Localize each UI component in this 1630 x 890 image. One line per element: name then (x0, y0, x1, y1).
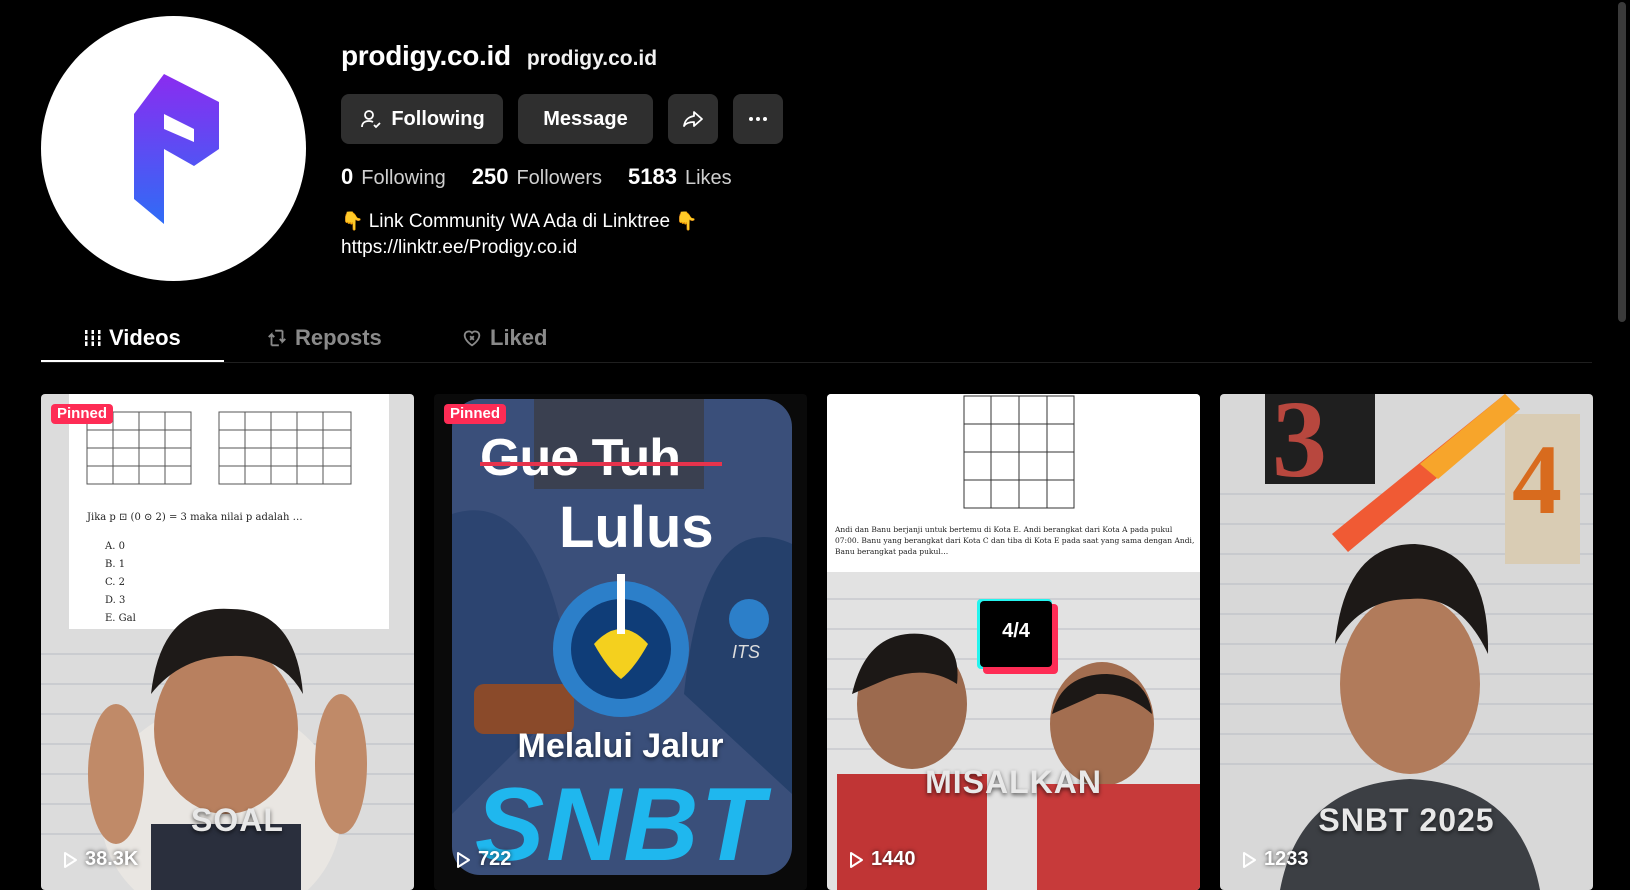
video-card[interactable]: Gue Tuh Lulus ITS Melalui Jalur SNBT Pin… (434, 394, 807, 890)
its-logo-text: ITS (732, 642, 761, 662)
question-text: Jika p ⊡ (0 ⊙ 2) = 3 maka nilai p adalah… (87, 512, 303, 523)
video-caption-overlay: SNBT 2025 (1318, 802, 1495, 838)
more-button[interactable] (733, 94, 783, 144)
message-button-label: Message (543, 107, 628, 130)
video-card[interactable]: Andi dan Banu berjanji untuk bertemu di … (827, 394, 1200, 890)
view-count-value: 38.3K (85, 848, 139, 870)
profile-avatar[interactable] (41, 16, 306, 281)
likes-stat: 5183 Likes (628, 164, 732, 190)
play-icon (1243, 851, 1256, 868)
view-count: 722 (454, 848, 511, 871)
following-label: Following (361, 167, 446, 189)
tab-active-indicator (41, 360, 224, 362)
tab-liked[interactable]: Liked (461, 313, 547, 362)
bio-line-1: 👇 Link Community WA Ada di Linktree 👇 (341, 208, 783, 235)
heart-icon (463, 330, 481, 346)
question-text: Andi dan Banu berjanji untuk bertemu di … (835, 525, 1195, 556)
profile-info: prodigy.co.id prodigy.co.id Following Me… (341, 40, 783, 261)
view-count: 38.3K (61, 848, 138, 871)
following-button-label: Following (391, 107, 485, 130)
profile-actions: Following Message (341, 94, 783, 144)
grid-icon (84, 329, 102, 346)
likes-label: Likes (684, 167, 732, 189)
name-row: prodigy.co.id prodigy.co.id (341, 40, 783, 72)
profile-stats: 0 Following 250 Followers 5183 Likes (341, 164, 783, 190)
message-button[interactable]: Message (518, 94, 653, 144)
answer-option: B. 1 (105, 559, 126, 570)
tab-liked-label: Liked (490, 324, 548, 350)
view-count-value: 722 (478, 848, 512, 870)
number-right: 4 (1512, 424, 1562, 535)
tab-reposts[interactable]: Reposts (266, 313, 382, 362)
tab-reposts-label: Reposts (295, 324, 382, 350)
view-count-value: 1440 (871, 848, 916, 870)
profile-bio: 👇 Link Community WA Ada di Linktree 👇 ht… (341, 208, 783, 261)
share-icon (683, 111, 703, 127)
bio-link[interactable]: https://linktr.ee/Prodigy.co.id (341, 235, 783, 261)
pinned-badge: Pinned (444, 404, 507, 424)
strikethrough-line (480, 462, 722, 466)
view-count: 1233 (1240, 848, 1309, 871)
video-card[interactable]: Jika p ⊡ (0 ⊙ 2) = 3 maka nilai p adalah… (41, 394, 414, 890)
following-stat[interactable]: 0 Following (341, 164, 446, 190)
tab-videos[interactable]: Videos (84, 313, 181, 362)
page-scrollbar[interactable] (1612, 0, 1630, 890)
pointing-down-emoji: 👇 (341, 211, 364, 231)
answer-option: D. 3 (105, 595, 126, 606)
username: prodigy.co.id (341, 40, 511, 71)
followers-count: 250 (471, 164, 509, 189)
bio-text: Link Community WA Ada di Linktree (368, 211, 671, 232)
followers-label: Followers (516, 167, 603, 189)
scrollbar-thumb[interactable] (1618, 2, 1626, 322)
play-icon (850, 851, 863, 868)
view-count: 1440 (847, 848, 916, 871)
video-title-line-3: Melalui Jalur (517, 727, 724, 765)
view-count-value: 1233 (1264, 848, 1309, 870)
play-icon (457, 851, 470, 868)
share-button[interactable] (668, 94, 718, 144)
followers-stat[interactable]: 250 Followers (472, 164, 602, 190)
number-left: 3 (1272, 394, 1327, 500)
slide-counter: 4/4 (1002, 620, 1030, 642)
pinned-badge: Pinned (51, 404, 114, 424)
play-icon (64, 851, 77, 868)
user-check-icon (361, 110, 381, 129)
more-icon (749, 117, 767, 121)
profile-tabs: Videos Reposts Liked (41, 313, 1592, 363)
prodigy-logo-icon (133, 73, 219, 224)
video-caption-overlay: SOAL (191, 802, 284, 838)
pointing-down-emoji: 👇 (675, 211, 698, 231)
answer-option: E. Gal (105, 613, 136, 624)
likes-count: 5183 (628, 164, 677, 189)
video-title-line-2: Lulus (559, 495, 714, 560)
following-button[interactable]: Following (341, 94, 503, 144)
answer-options: A. 0 B. 1 C. 2 D. 3 E. Gal (105, 538, 136, 628)
following-count: 0 (341, 164, 354, 189)
tab-videos-label: Videos (109, 324, 181, 350)
video-caption-overlay: MISALKAN (925, 764, 1102, 800)
answer-option: A. 0 (105, 541, 125, 552)
answer-option: C. 2 (105, 577, 126, 588)
nickname: prodigy.co.id (526, 47, 658, 70)
video-card[interactable]: 3 4 SNBT 2025 1233 (1220, 394, 1593, 890)
repost-icon (268, 329, 286, 346)
video-title-line-1: Gue Tuh (480, 429, 681, 487)
